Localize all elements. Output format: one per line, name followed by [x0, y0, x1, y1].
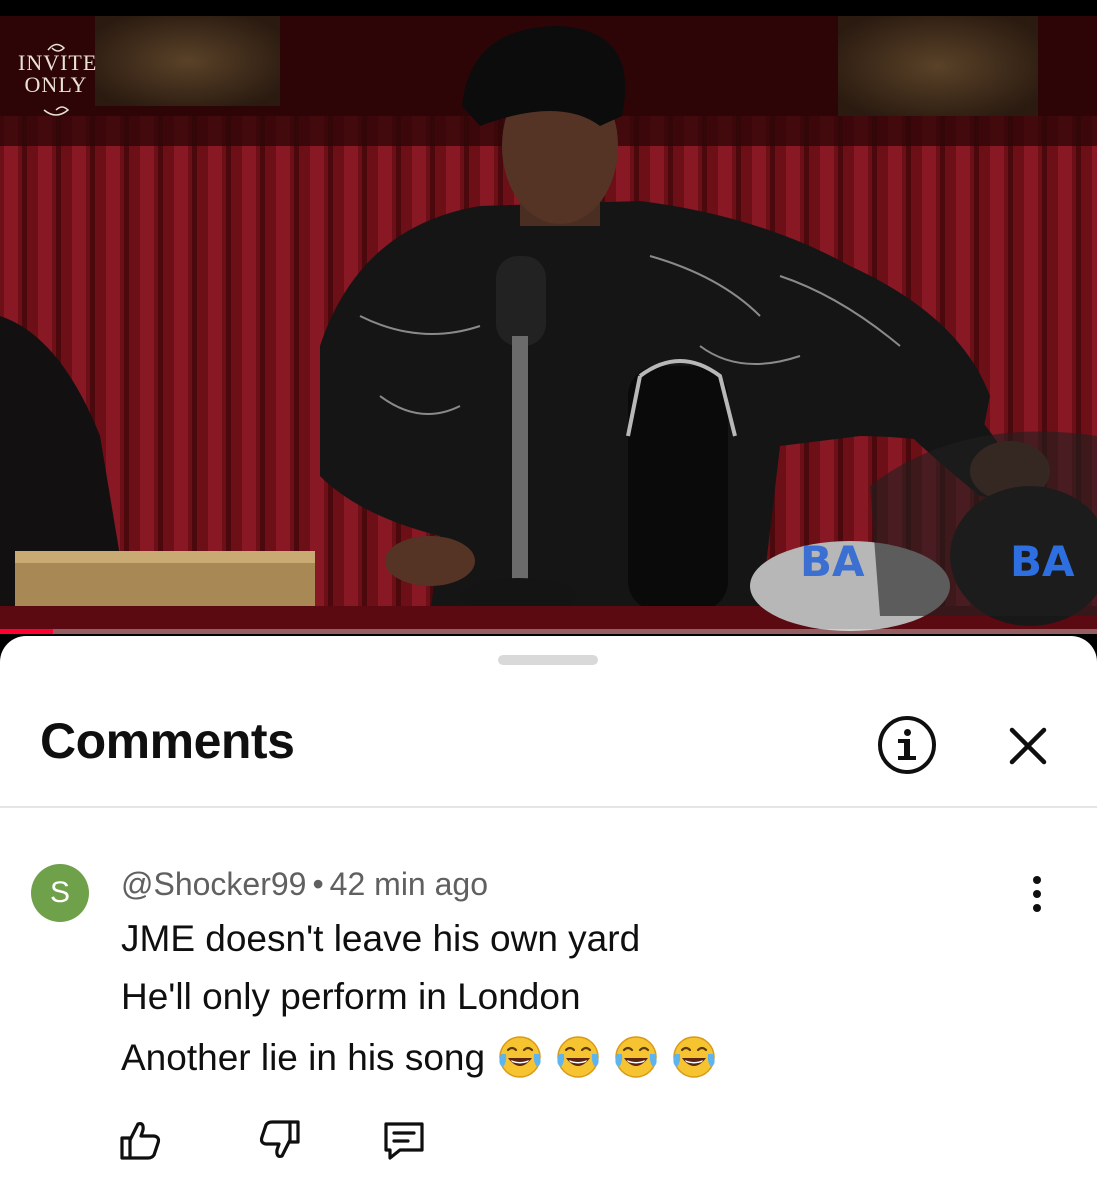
video-frame: BA BA [0, 16, 1097, 634]
face-with-tears-of-joy-icon [499, 1036, 541, 1078]
thumbs-up-icon[interactable] [116, 1116, 164, 1164]
thumbs-down-icon[interactable] [256, 1116, 304, 1164]
comment-text-line: He'll only perform in London [121, 976, 581, 1017]
info-circle-icon[interactable] [878, 716, 936, 774]
video-progress-bar[interactable] [0, 629, 1097, 634]
logo-flourish-icon [43, 43, 70, 116]
channel-logo: INVITE ONLY [18, 38, 96, 122]
header-divider [0, 806, 1097, 808]
face-with-tears-of-joy-icon [557, 1036, 599, 1078]
face-with-tears-of-joy-icon [615, 1036, 657, 1078]
hat-lettering: BA [800, 537, 865, 586]
comment-text-line: Another lie in his song [121, 1034, 717, 1080]
more-options-icon[interactable] [1022, 876, 1052, 912]
comments-sheet: Comments S @Shocker99 • 42 min ago JME doe… [0, 636, 1097, 1200]
comment-text: Another lie in his song [121, 1037, 486, 1078]
video-progress-fill [0, 629, 53, 634]
svg-text:BA: BA [1010, 537, 1075, 586]
face-with-tears-of-joy-icon [673, 1036, 715, 1078]
comment-author[interactable]: @Shocker99 [121, 866, 306, 902]
comment-time: 42 min ago [329, 866, 488, 902]
comment-text-line: JME doesn't leave his own yard [121, 918, 641, 959]
video-player[interactable]: BA BA INVITE ONLY [0, 16, 1097, 634]
reply-icon[interactable] [380, 1116, 428, 1164]
comments-title: Comments [40, 713, 295, 769]
emoji-row [485, 1036, 717, 1078]
comment-meta: @Shocker99 • 42 min ago [121, 866, 488, 903]
close-icon[interactable] [1004, 722, 1052, 770]
drag-handle[interactable] [498, 655, 598, 665]
meta-separator: • [312, 866, 324, 902]
avatar[interactable]: S [31, 864, 89, 922]
